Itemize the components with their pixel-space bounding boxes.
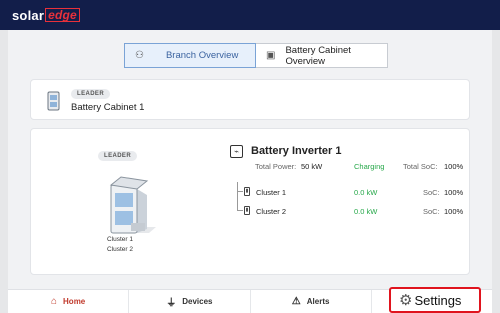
tab-branch-overview[interactable]: ⚇ Branch Overview (124, 43, 256, 68)
solaredge-logo: solar edge (12, 8, 80, 23)
cabinet-card[interactable]: LEADER Battery Cabinet 1 (30, 79, 470, 120)
nav-home[interactable]: ⌂ Home (8, 290, 130, 313)
inverter-icon: ⌁ (230, 145, 243, 158)
cluster-2-name[interactable]: Cluster 2 (256, 207, 286, 216)
cabinet-name: Battery Cabinet 1 (71, 102, 145, 113)
overview-tabs: ⚇ Branch Overview ▣ Battery Cabinet Over… (124, 43, 388, 68)
battery-cabinet-icon (47, 91, 60, 111)
cluster-2-soc-label: SoC: (423, 207, 440, 216)
tree-branch (237, 191, 243, 192)
inverter-title[interactable]: Battery Inverter 1 (251, 145, 342, 157)
tree-branch (237, 210, 243, 211)
alert-icon: ⚠ (291, 296, 301, 307)
cluster-1-power: 0.0 kW (354, 188, 378, 197)
cluster-label-2: Cluster 2 (107, 246, 134, 253)
battery-cabinet-illustration (109, 176, 156, 234)
cluster-2-soc-value: 100% (444, 207, 464, 216)
gear-icon: ⚙ (399, 292, 413, 309)
plug-icon: ⏚ (166, 298, 177, 309)
tree-connector (237, 182, 238, 210)
total-power-value: 50 kW (301, 162, 323, 171)
battery-icon: ▮ (244, 187, 250, 196)
nav-devices[interactable]: ⏚ Devices (129, 290, 251, 313)
branch-overview-card: LEADER Cluster 1 Cluster 2 ⌁ Battery Inv… (30, 128, 470, 275)
battery-icon: ▮ (244, 206, 250, 215)
top-bar: solar edge (0, 0, 500, 30)
cluster-1-soc-label: SoC: (423, 188, 440, 197)
cluster-2-power: 0.0 kW (354, 207, 378, 216)
tab-battery-cabinet-overview[interactable]: ▣ Battery Cabinet Overview (256, 43, 388, 68)
nav-settings[interactable]: ⚙ Settings (389, 287, 481, 313)
branch-icon: ⚇ (135, 50, 144, 61)
nav-alerts[interactable]: ⚠ Alerts (251, 290, 372, 313)
cluster-1-name[interactable]: Cluster 1 (256, 188, 286, 197)
cabinet-icon: ▣ (266, 50, 276, 61)
leader-badge: LEADER (71, 89, 111, 99)
total-power-label: Total Power: (255, 162, 297, 171)
cluster-1-soc-value: 100% (444, 188, 464, 197)
total-soc-label: Total SoC: (403, 162, 438, 171)
home-icon: ⌂ (50, 296, 58, 307)
inverter-status: Charging (354, 162, 385, 171)
leader-badge: LEADER (98, 151, 138, 161)
total-soc-value: 100% (444, 162, 464, 171)
cluster-label-1: Cluster 1 (107, 236, 134, 243)
